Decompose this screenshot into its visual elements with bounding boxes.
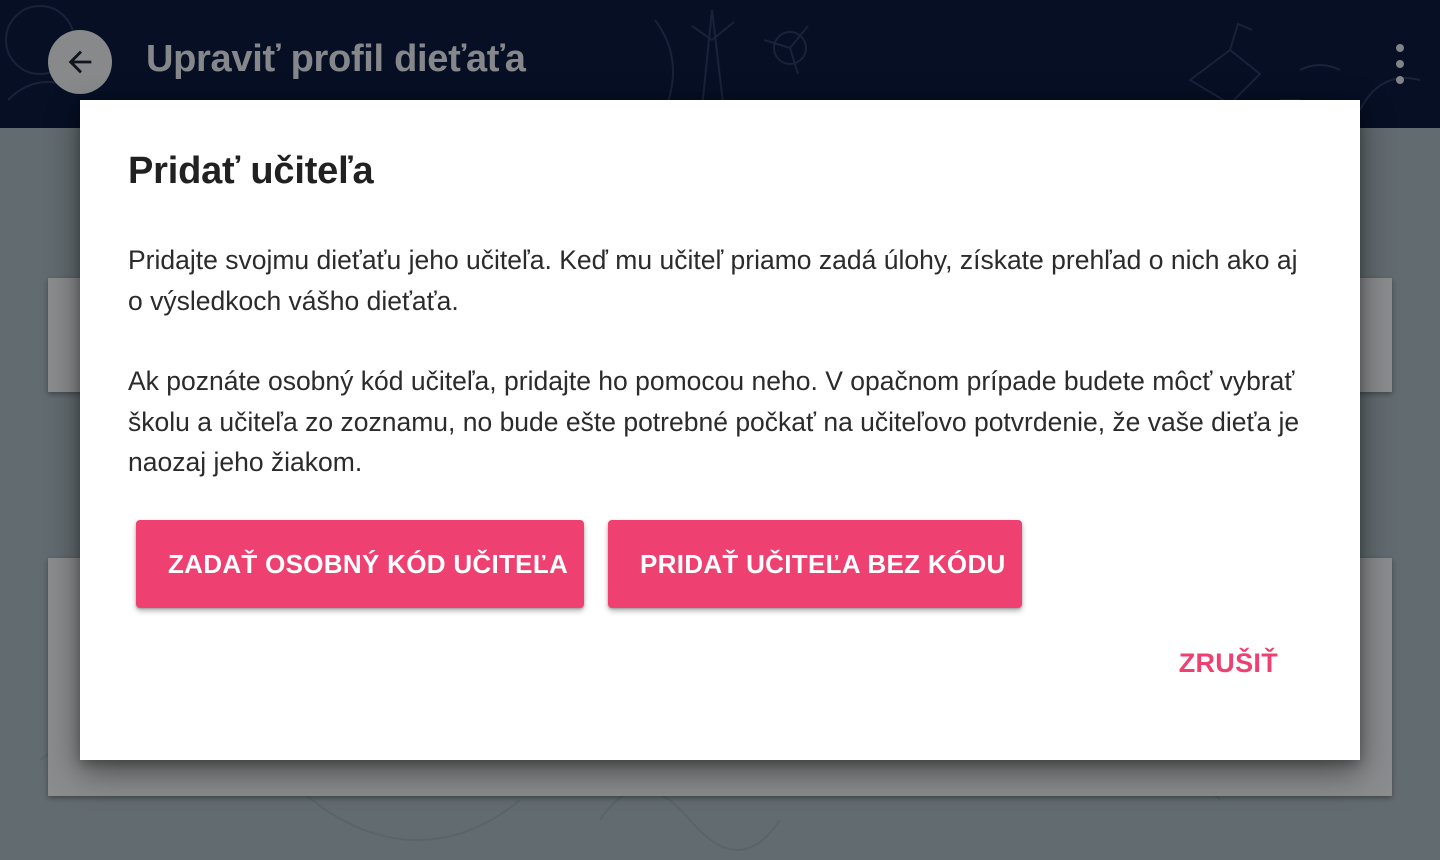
- dialog-title: Pridať učiteľa: [128, 150, 374, 192]
- enter-teacher-code-button[interactable]: ZADAŤ OSOBNÝ KÓD UČITEĽA: [136, 520, 584, 608]
- cancel-button[interactable]: ZRUŠIŤ: [1167, 640, 1290, 687]
- dialog-body: Pridajte svojmu dieťaťu jeho učiteľa. Ke…: [128, 240, 1308, 523]
- add-teacher-without-code-button[interactable]: PRIDAŤ UČITEĽA BEZ KÓDU: [608, 520, 1022, 608]
- add-teacher-dialog: Pridať učiteľa Pridajte svojmu dieťaťu j…: [80, 100, 1360, 760]
- dialog-paragraph-intro: Pridajte svojmu dieťaťu jeho učiteľa. Ke…: [128, 245, 1298, 316]
- dialog-action-buttons: ZADAŤ OSOBNÝ KÓD UČITEĽA PRIDAŤ UČITEĽA …: [136, 520, 1022, 608]
- dialog-paragraph-instructions: Ak poznáte osobný kód učiteľa, pridajte …: [128, 366, 1300, 477]
